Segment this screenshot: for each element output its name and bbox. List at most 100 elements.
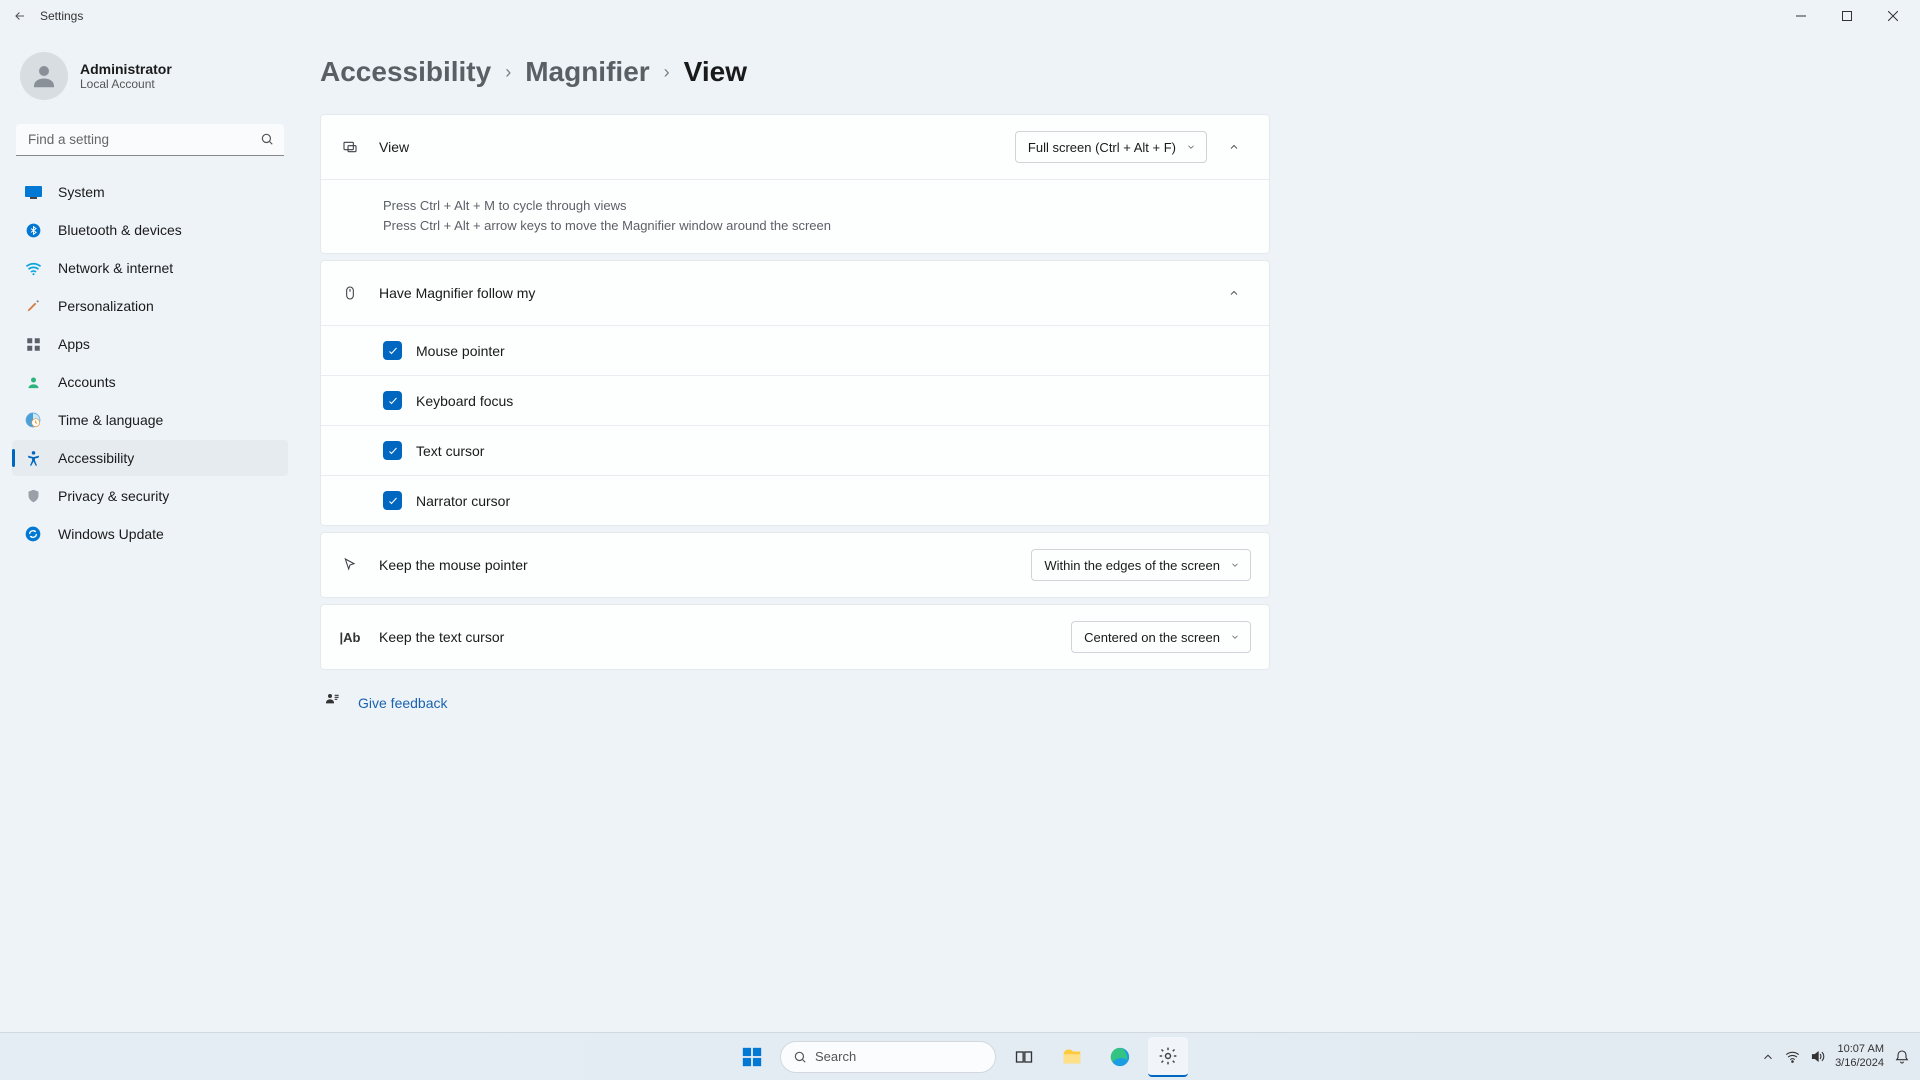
sidebar-item-accounts[interactable]: Accounts xyxy=(12,364,288,400)
sidebar-item-time[interactable]: Time & language xyxy=(12,402,288,438)
back-button[interactable] xyxy=(4,0,36,32)
clock-globe-icon xyxy=(24,411,42,429)
time-text: 10:07 AM xyxy=(1835,1043,1884,1056)
sidebar-item-accessibility[interactable]: Accessibility xyxy=(12,440,288,476)
content: Accessibility › Magnifier › View View Fu… xyxy=(300,32,1310,1032)
start-button[interactable] xyxy=(732,1037,772,1077)
nav-list: System Bluetooth & devices Network & int… xyxy=(12,174,288,552)
sidebar-item-bluetooth[interactable]: Bluetooth & devices xyxy=(12,212,288,248)
sidebar-item-label: Privacy & security xyxy=(58,488,169,504)
brush-icon xyxy=(24,297,42,315)
task-view-button[interactable] xyxy=(1004,1037,1044,1077)
search-input[interactable] xyxy=(16,124,284,156)
bluetooth-icon xyxy=(24,221,42,239)
breadcrumb: Accessibility › Magnifier › View xyxy=(320,56,1270,88)
chevron-up-icon[interactable] xyxy=(1761,1050,1775,1064)
cursor-icon xyxy=(339,557,361,573)
search-icon xyxy=(260,132,274,151)
follow-row: Have Magnifier follow my xyxy=(321,261,1269,325)
notification-icon[interactable] xyxy=(1894,1049,1910,1065)
taskbar-search-label: Search xyxy=(815,1049,856,1064)
minimize-button[interactable] xyxy=(1778,0,1824,32)
breadcrumb-magnifier[interactable]: Magnifier xyxy=(525,56,649,88)
checkbox-checked xyxy=(383,341,402,360)
mouse-icon xyxy=(339,285,361,301)
chevron-right-icon: › xyxy=(664,62,670,83)
collapse-button[interactable] xyxy=(1217,130,1251,164)
sidebar-item-label: Bluetooth & devices xyxy=(58,222,182,238)
taskbar: Search 10:07 AM 3/16/2024 xyxy=(0,1032,1920,1080)
system-tray[interactable]: 10:07 AM 3/16/2024 xyxy=(1761,1043,1910,1069)
check-label: Narrator cursor xyxy=(416,493,510,509)
check-label: Text cursor xyxy=(416,443,484,459)
mouse-pointer-dropdown[interactable]: Within the edges of the screen xyxy=(1031,549,1251,581)
text-cursor-row: |Ab Keep the text cursor Centered on the… xyxy=(321,605,1269,669)
view-card: View Full screen (Ctrl + Alt + F) Press … xyxy=(320,114,1270,254)
titlebar: Settings xyxy=(0,0,1920,32)
settings-button[interactable] xyxy=(1148,1037,1188,1077)
dropdown-value: Full screen (Ctrl + Alt + F) xyxy=(1028,140,1176,155)
checkbox-checked xyxy=(383,391,402,410)
user-name: Administrator xyxy=(80,61,172,77)
mouse-pointer-label: Keep the mouse pointer xyxy=(379,557,1031,573)
check-text-cursor[interactable]: Text cursor xyxy=(321,425,1269,475)
taskbar-search[interactable]: Search xyxy=(780,1041,996,1073)
sidebar-item-system[interactable]: System xyxy=(12,174,288,210)
collapse-button[interactable] xyxy=(1217,276,1251,310)
wifi-icon xyxy=(24,259,42,277)
check-label: Keyboard focus xyxy=(416,393,513,409)
checkbox-checked xyxy=(383,491,402,510)
user-subtitle: Local Account xyxy=(80,77,172,91)
follow-card: Have Magnifier follow my Mouse pointer K… xyxy=(320,260,1270,526)
close-button[interactable] xyxy=(1870,0,1916,32)
sidebar-item-update[interactable]: Windows Update xyxy=(12,516,288,552)
mouse-pointer-row: Keep the mouse pointer Within the edges … xyxy=(321,533,1269,597)
user-block[interactable]: Administrator Local Account xyxy=(12,40,288,116)
maximize-button[interactable] xyxy=(1824,0,1870,32)
chevron-down-icon xyxy=(1230,558,1240,573)
info-line-2: Press Ctrl + Alt + arrow keys to move th… xyxy=(383,216,1251,236)
breadcrumb-accessibility[interactable]: Accessibility xyxy=(320,56,491,88)
view-icon xyxy=(339,139,361,155)
view-info: Press Ctrl + Alt + M to cycle through vi… xyxy=(321,179,1269,253)
sidebar-item-apps[interactable]: Apps xyxy=(12,326,288,362)
check-mouse-pointer[interactable]: Mouse pointer xyxy=(321,325,1269,375)
text-cursor-label: Keep the text cursor xyxy=(379,629,1071,645)
avatar xyxy=(20,52,68,100)
check-label: Mouse pointer xyxy=(416,343,505,359)
sidebar-item-label: Personalization xyxy=(58,298,154,314)
page-title: View xyxy=(684,56,747,88)
sidebar-item-label: System xyxy=(58,184,105,200)
dropdown-value: Within the edges of the screen xyxy=(1044,558,1220,573)
info-line-1: Press Ctrl + Alt + M to cycle through vi… xyxy=(383,196,1251,216)
tray-icons xyxy=(1761,1049,1825,1064)
view-dropdown[interactable]: Full screen (Ctrl + Alt + F) xyxy=(1015,131,1207,163)
clock[interactable]: 10:07 AM 3/16/2024 xyxy=(1835,1043,1884,1069)
sidebar-item-label: Network & internet xyxy=(58,260,173,276)
sidebar-item-label: Accessibility xyxy=(58,450,134,466)
check-keyboard-focus[interactable]: Keyboard focus xyxy=(321,375,1269,425)
sidebar-item-personalization[interactable]: Personalization xyxy=(12,288,288,324)
sidebar-item-label: Accounts xyxy=(58,374,116,390)
checkbox-checked xyxy=(383,441,402,460)
feedback-row[interactable]: Give feedback xyxy=(320,674,1270,731)
sidebar-item-network[interactable]: Network & internet xyxy=(12,250,288,286)
system-icon xyxy=(24,183,42,201)
person-icon xyxy=(24,373,42,391)
chevron-down-icon xyxy=(1230,630,1240,645)
mouse-pointer-card: Keep the mouse pointer Within the edges … xyxy=(320,532,1270,598)
chevron-down-icon xyxy=(1186,140,1196,155)
check-narrator-cursor[interactable]: Narrator cursor xyxy=(321,475,1269,525)
window-controls xyxy=(1778,0,1916,32)
edge-button[interactable] xyxy=(1100,1037,1140,1077)
apps-icon xyxy=(24,335,42,353)
follow-label: Have Magnifier follow my xyxy=(379,285,1207,301)
sidebar: Administrator Local Account System Bluet xyxy=(0,32,300,1032)
sidebar-item-label: Windows Update xyxy=(58,526,164,542)
file-explorer-button[interactable] xyxy=(1052,1037,1092,1077)
window-title: Settings xyxy=(40,9,83,23)
sidebar-item-label: Apps xyxy=(58,336,90,352)
sidebar-item-privacy[interactable]: Privacy & security xyxy=(12,478,288,514)
text-cursor-dropdown[interactable]: Centered on the screen xyxy=(1071,621,1251,653)
feedback-icon xyxy=(324,692,342,713)
